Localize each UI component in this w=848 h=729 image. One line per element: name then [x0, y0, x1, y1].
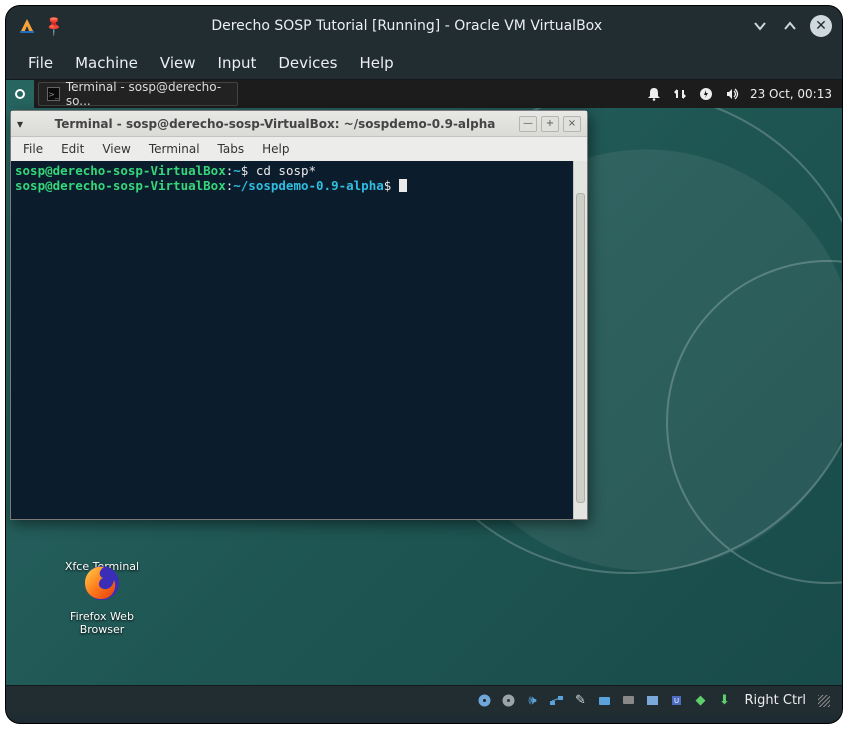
terminal-menu-help[interactable]: Help — [254, 140, 297, 158]
volume-icon[interactable] — [724, 86, 740, 102]
status-network-icon[interactable] — [549, 693, 565, 709]
status-harddisk-icon[interactable] — [477, 693, 493, 709]
terminal-body[interactable]: sosp@derecho-sosp-VirtualBox:~$ cd sosp*… — [11, 161, 587, 519]
status-recording-icon[interactable] — [645, 693, 661, 709]
notifications-icon[interactable] — [646, 86, 662, 102]
vb-menu-machine[interactable]: Machine — [65, 50, 148, 76]
terminal-menu-terminal[interactable]: Terminal — [141, 140, 208, 158]
terminal-menu-tabs[interactable]: Tabs — [210, 140, 253, 158]
close-button[interactable]: ✕ — [810, 15, 832, 37]
terminal-line: sosp@derecho-sosp-VirtualBox:~/sospdemo-… — [15, 178, 569, 193]
vb-menubar: File Machine View Input Devices Help — [6, 46, 842, 80]
terminal-menu-file[interactable]: File — [15, 140, 51, 158]
terminal-menu-edit[interactable]: Edit — [53, 140, 92, 158]
terminal-title: Terminal - sosp@derecho-sosp-VirtualBox:… — [31, 117, 519, 131]
terminal-task-icon: >_ — [47, 87, 60, 101]
guest-desktop: >_ Terminal - sosp@derecho-so... 23 Oct,… — [6, 80, 842, 685]
host-key-label: Right Ctrl — [745, 693, 807, 708]
svg-text:U: U — [674, 697, 679, 705]
system-tray: 23 Oct, 00:13 — [636, 86, 842, 102]
guest-panel: >_ Terminal - sosp@derecho-so... 23 Oct,… — [6, 80, 842, 108]
vb-window-title: Derecho SOSP Tutorial [Running] - Oracle… — [63, 18, 750, 34]
vb-menu-input[interactable]: Input — [208, 50, 267, 76]
resize-gripper-icon[interactable] — [818, 695, 830, 707]
terminal-menu-view[interactable]: View — [94, 140, 138, 158]
vb-statusbar: 🕪 ✎ U ◆ ⬇ Right Ctrl — [6, 685, 842, 715]
terminal-output[interactable]: sosp@derecho-sosp-VirtualBox:~$ cd sosp*… — [11, 161, 573, 519]
terminal-menu-indicator-icon[interactable]: ▾ — [17, 117, 31, 131]
desktop-icon-firefox[interactable]: Firefox Web Browser — [56, 560, 148, 636]
power-icon[interactable] — [698, 86, 714, 102]
status-mouse-integration-icon[interactable]: ◆ — [693, 693, 709, 709]
status-shared-folders-icon[interactable] — [597, 693, 613, 709]
status-usb-icon[interactable]: ✎ — [573, 693, 589, 709]
taskbar-item-terminal[interactable]: >_ Terminal - sosp@derecho-so... — [38, 82, 238, 106]
scrollbar-thumb[interactable] — [576, 193, 585, 503]
status-optical-icon[interactable] — [501, 693, 517, 709]
panel-clock[interactable]: 23 Oct, 00:13 — [750, 87, 832, 101]
applications-menu-icon[interactable] — [6, 80, 34, 108]
terminal-menubar: File Edit View Terminal Tabs Help — [11, 137, 587, 161]
terminal-window[interactable]: ▾ Terminal - sosp@derecho-sosp-VirtualBo… — [10, 110, 588, 520]
terminal-titlebar[interactable]: ▾ Terminal - sosp@derecho-sosp-VirtualBo… — [11, 111, 587, 137]
terminal-scrollbar[interactable] — [573, 161, 587, 519]
vb-titlebar[interactable]: 📌 Derecho SOSP Tutorial [Running] - Orac… — [6, 6, 842, 46]
status-audio-icon[interactable]: 🕪 — [525, 693, 541, 709]
minimize-button[interactable] — [750, 16, 770, 36]
terminal-close-button[interactable]: × — [563, 116, 581, 132]
task-label: Terminal - sosp@derecho-so... — [66, 80, 229, 108]
maximize-button[interactable] — [780, 16, 800, 36]
virtualbox-app-icon — [16, 15, 38, 37]
terminal-minimize-button[interactable]: — — [519, 116, 537, 132]
status-display-icon[interactable] — [621, 693, 637, 709]
vb-menu-file[interactable]: File — [18, 50, 63, 76]
terminal-cursor — [399, 179, 407, 192]
desktop-icon-label: Firefox Web Browser — [56, 610, 148, 636]
network-icon[interactable] — [672, 86, 688, 102]
status-keyboard-icon[interactable]: ⬇ — [717, 693, 733, 709]
vb-menu-help[interactable]: Help — [349, 50, 403, 76]
status-cpu-icon[interactable]: U — [669, 693, 685, 709]
virtualbox-window: 📌 Derecho SOSP Tutorial [Running] - Orac… — [6, 6, 842, 723]
terminal-line: sosp@derecho-sosp-VirtualBox:~$ cd sosp* — [15, 163, 569, 178]
vb-menu-view[interactable]: View — [150, 50, 206, 76]
terminal-maximize-button[interactable]: + — [541, 116, 559, 132]
vb-menu-devices[interactable]: Devices — [268, 50, 347, 76]
firefox-icon — [79, 560, 125, 606]
